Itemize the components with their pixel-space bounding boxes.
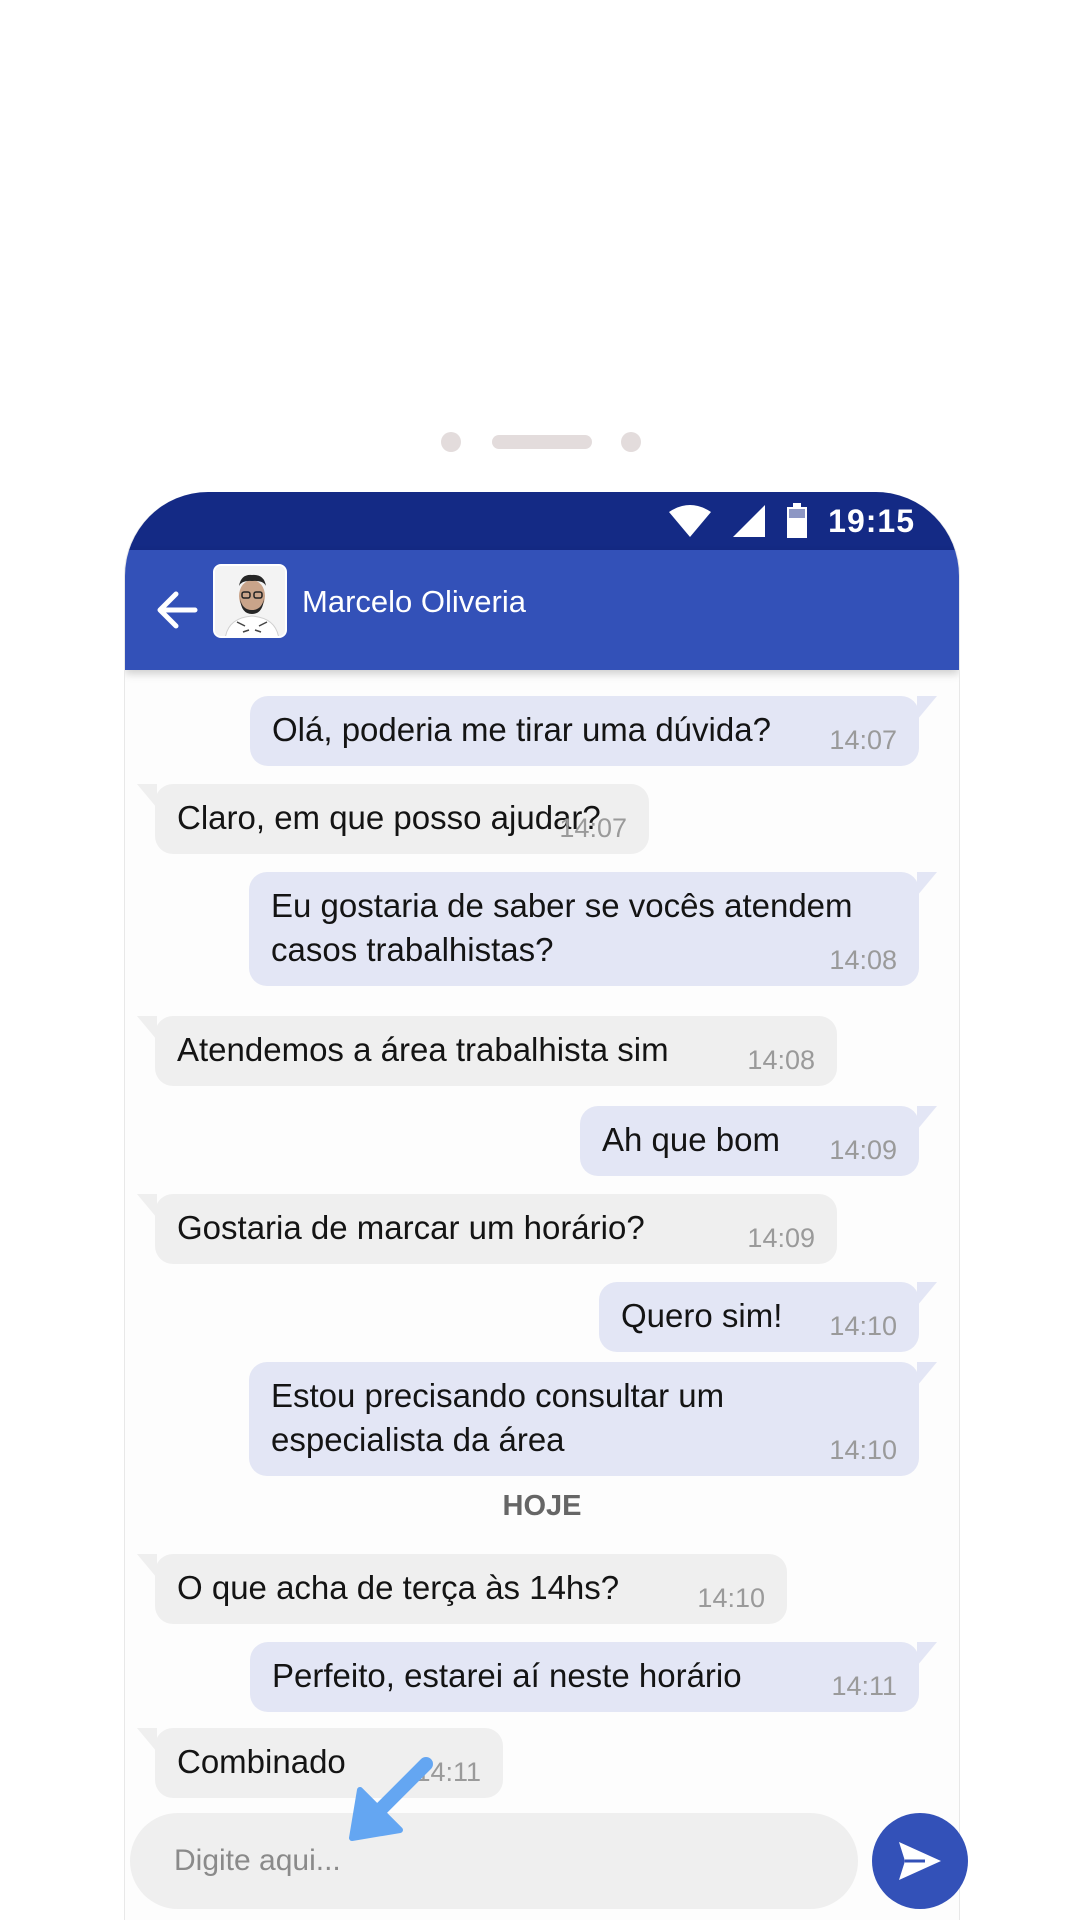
message-bubble-incoming[interactable]: Combinado 14:11 xyxy=(137,1728,503,1798)
message-text: Atendemos a área trabalhista sim xyxy=(177,1031,669,1068)
front-camera-dot xyxy=(441,432,461,452)
contact-photo xyxy=(215,566,285,636)
message-bubble-outgoing[interactable]: Estou precisando consultar um especialis… xyxy=(249,1362,937,1476)
message-text: Estou precisando consultar um especialis… xyxy=(271,1377,725,1458)
status-time: 19:15 xyxy=(828,502,915,539)
message-bubble-outgoing[interactable]: Ah que bom 14:09 xyxy=(580,1106,937,1176)
arrow-down-left-icon xyxy=(349,1757,433,1841)
message-time: 14:10 xyxy=(829,1311,897,1341)
phone-screen: 19:15 Marcelo Oliveria Olá, poderia me t… xyxy=(124,492,960,1920)
message-bubble-incoming[interactable]: Claro, em que posso ajudar? 14:07 xyxy=(137,784,649,854)
battery-icon xyxy=(787,503,808,538)
message-bubble-outgoing[interactable]: Olá, poderia me tirar uma dúvida? 14:07 xyxy=(250,696,937,766)
message-bubble-incoming[interactable]: Atendemos a área trabalhista sim 14:08 xyxy=(137,1016,837,1086)
message-bubble-incoming[interactable]: Gostaria de marcar um horário? 14:09 xyxy=(137,1194,837,1264)
message-time: 14:08 xyxy=(829,945,897,975)
message-bubble-outgoing[interactable]: Perfeito, estarei aí neste horário 14:11 xyxy=(250,1642,937,1712)
message-time: 14:07 xyxy=(829,725,897,755)
message-time: 14:09 xyxy=(829,1135,897,1165)
message-bubble-outgoing[interactable]: Quero sim! 14:10 xyxy=(599,1282,937,1352)
signal-icon xyxy=(733,505,766,537)
wifi-icon xyxy=(669,505,712,537)
earpiece-speaker xyxy=(492,435,592,449)
sensor-dot xyxy=(621,432,641,452)
message-time: 14:10 xyxy=(697,1583,765,1613)
message-time: 14:08 xyxy=(747,1045,815,1075)
message-list: Olá, poderia me tirar uma dúvida? 14:07 … xyxy=(125,670,959,1920)
message-text: Eu gostaria de saber se vocês atendem ca… xyxy=(271,887,853,968)
message-time: 14:10 xyxy=(829,1435,897,1465)
message-time: 14:07 xyxy=(559,813,627,843)
message-bubble-outgoing[interactable]: Eu gostaria de saber se vocês atendem ca… xyxy=(249,872,937,986)
screen: 19:15 Marcelo Oliveria Olá, poderia me t… xyxy=(0,0,1080,1920)
message-text: Perfeito, estarei aí neste horário xyxy=(272,1657,742,1694)
message-time: 14:11 xyxy=(831,1671,897,1701)
avatar[interactable] xyxy=(213,564,287,638)
chat-header: Marcelo Oliveria xyxy=(125,550,959,670)
message-text: Gostaria de marcar um horário? xyxy=(177,1209,645,1246)
message-text: Olá, poderia me tirar uma dúvida? xyxy=(272,711,771,748)
send-button[interactable] xyxy=(872,1813,968,1909)
status-bar: 19:15 xyxy=(125,492,959,550)
send-icon xyxy=(899,1842,941,1880)
arrow-left-icon xyxy=(157,591,198,629)
message-time: 14:09 xyxy=(747,1223,815,1253)
message-input[interactable] xyxy=(130,1813,858,1909)
message-input-container[interactable] xyxy=(130,1813,858,1909)
contact-name[interactable]: Marcelo Oliveria xyxy=(302,584,526,620)
back-button[interactable] xyxy=(147,580,207,640)
message-bubble-incoming[interactable]: O que acha de terça às 14hs? 14:10 xyxy=(137,1554,787,1624)
message-text: O que acha de terça às 14hs? xyxy=(177,1569,620,1606)
day-divider: HOJE xyxy=(502,1490,582,1522)
